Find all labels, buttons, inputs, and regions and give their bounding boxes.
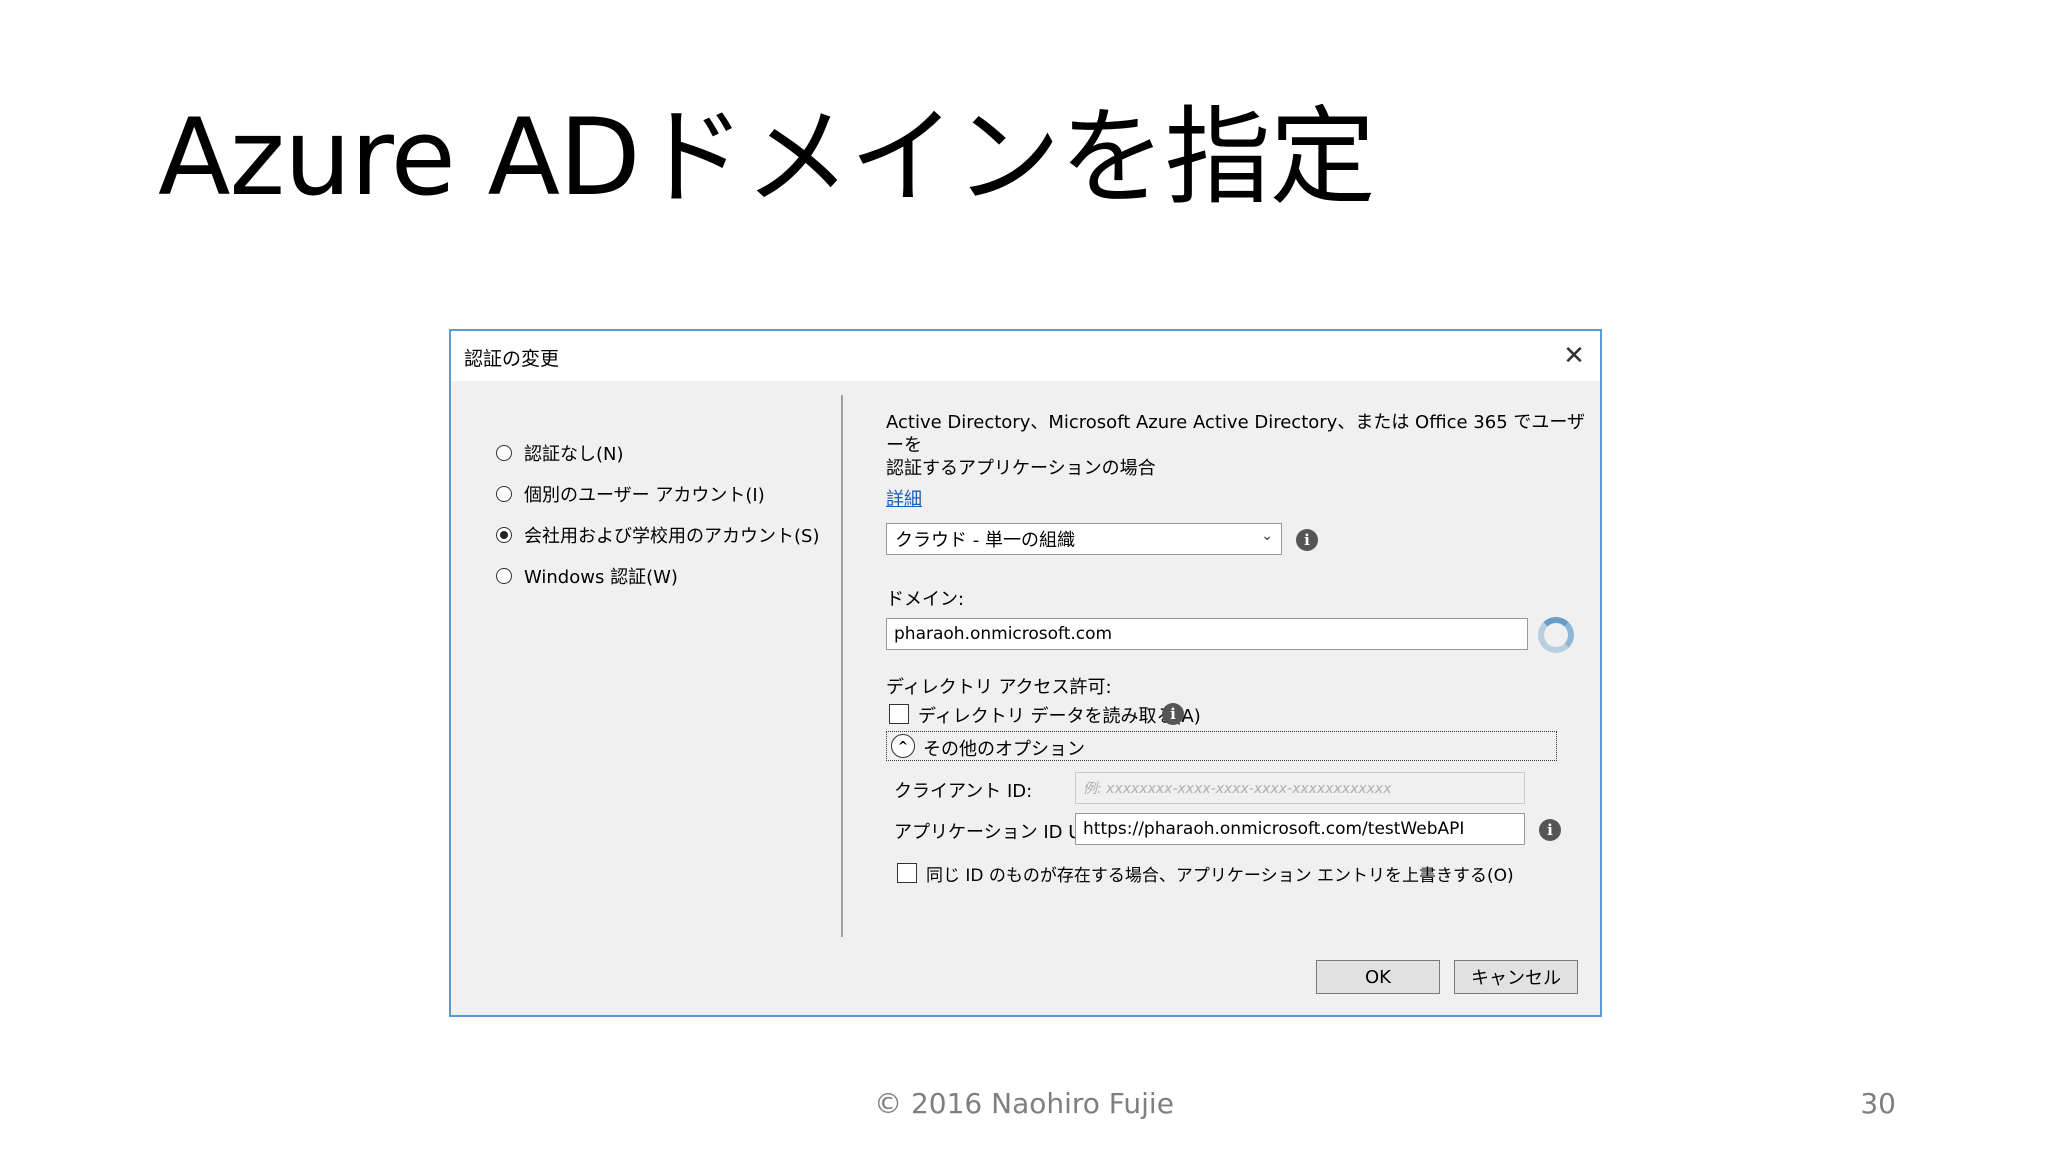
info-icon[interactable]: i xyxy=(1539,819,1561,841)
cancel-button[interactable]: キャンセル xyxy=(1454,960,1578,994)
radio-individual-accounts[interactable]: 個別のユーザー アカウント(I) xyxy=(496,481,765,507)
info-icon[interactable]: i xyxy=(1162,703,1184,725)
other-options-label: その他のオプション xyxy=(923,739,1085,760)
radio-label: 個別のユーザー アカウント(I) xyxy=(524,485,765,506)
dialog-title: 認証の変更 xyxy=(464,348,560,370)
radio-no-auth[interactable]: 認証なし(N) xyxy=(496,440,624,466)
other-options-header[interactable]: ^ その他のオプション xyxy=(886,731,1557,761)
read-directory-label: ディレクトリ データを読み取る(A) xyxy=(918,706,1201,727)
chevron-up-icon[interactable]: ^ xyxy=(891,734,915,758)
app-id-uri-label: アプリケーション ID URI: xyxy=(894,822,1106,843)
details-link[interactable]: 詳細 xyxy=(886,485,922,511)
chevron-down-icon: ⌄ xyxy=(1261,528,1273,544)
overwrite-checkbox[interactable] xyxy=(897,863,917,883)
info-icon[interactable]: i xyxy=(1296,529,1318,551)
app-id-uri-input[interactable]: https://pharaoh.onmicrosoft.com/testWebA… xyxy=(1075,813,1525,845)
description-line-2: 認証するアプリケーションの場合 xyxy=(886,458,1156,479)
dialog-titlebar: 認証の変更 ✕ xyxy=(451,331,1600,381)
loading-spinner-icon xyxy=(1538,617,1574,653)
radio-label: 会社用および学校用のアカウント(S) xyxy=(524,526,820,547)
radio-windows-auth[interactable]: Windows 認証(W) xyxy=(496,563,678,589)
domain-label: ドメイン: xyxy=(886,589,965,610)
client-id-input[interactable]: 例: xxxxxxxx-xxxx-xxxx-xxxx-xxxxxxxxxxxx xyxy=(1075,772,1525,804)
vertical-divider xyxy=(841,395,843,937)
org-type-value: クラウド - 単一の組織 xyxy=(895,530,1075,551)
radio-circle[interactable] xyxy=(496,486,512,502)
overwrite-label: 同じ ID のものが存在する場合、アプリケーション エントリを上書きする(O) xyxy=(926,866,1514,886)
radio-label: Windows 認証(W) xyxy=(524,567,678,588)
client-id-label: クライアント ID: xyxy=(894,781,1033,802)
auth-change-dialog: 認証の変更 ✕ 認証なし(N) 個別のユーザー アカウント(I) 会社用および学… xyxy=(449,329,1602,1017)
description-line-1: Active Directory、Microsoft Azure Active … xyxy=(886,412,1586,456)
radio-circle[interactable] xyxy=(496,445,512,461)
description: Active Directory、Microsoft Azure Active … xyxy=(886,411,1600,480)
directory-access-label: ディレクトリ アクセス許可: xyxy=(886,677,1112,698)
radio-label: 認証なし(N) xyxy=(524,444,624,465)
radio-circle[interactable] xyxy=(496,568,512,584)
close-icon[interactable]: ✕ xyxy=(1554,337,1594,375)
org-type-select[interactable]: クラウド - 単一の組織 ⌄ xyxy=(886,523,1282,555)
footer-copyright: © 2016 Naohiro Fujie xyxy=(874,1087,1174,1120)
slide-title: Azure ADドメインを指定 xyxy=(158,96,1376,219)
page-number: 30 xyxy=(1860,1087,1896,1120)
domain-input[interactable]: pharaoh.onmicrosoft.com xyxy=(886,618,1528,650)
radio-work-school-accounts[interactable]: 会社用および学校用のアカウント(S) xyxy=(496,522,819,548)
ok-button[interactable]: OK xyxy=(1316,960,1440,994)
read-directory-checkbox[interactable] xyxy=(889,704,909,724)
radio-circle-selected[interactable] xyxy=(496,527,512,543)
